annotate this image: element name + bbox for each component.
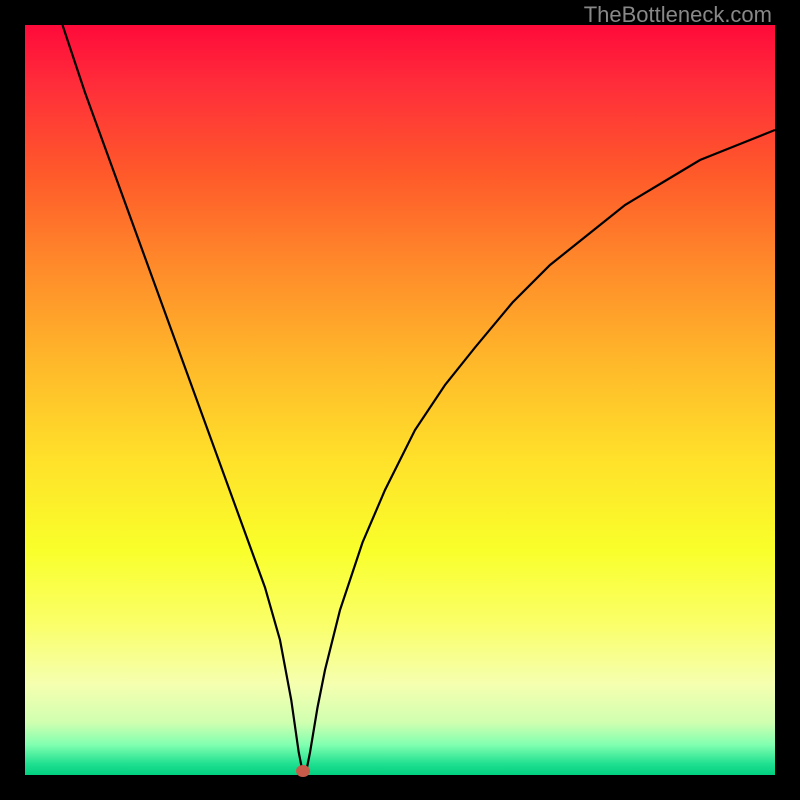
optimal-point-marker (296, 765, 310, 777)
watermark-text: TheBottleneck.com (584, 2, 772, 28)
bottleneck-curve (63, 25, 776, 771)
chart-plot-area (25, 25, 775, 775)
chart-curve-layer (25, 25, 775, 775)
